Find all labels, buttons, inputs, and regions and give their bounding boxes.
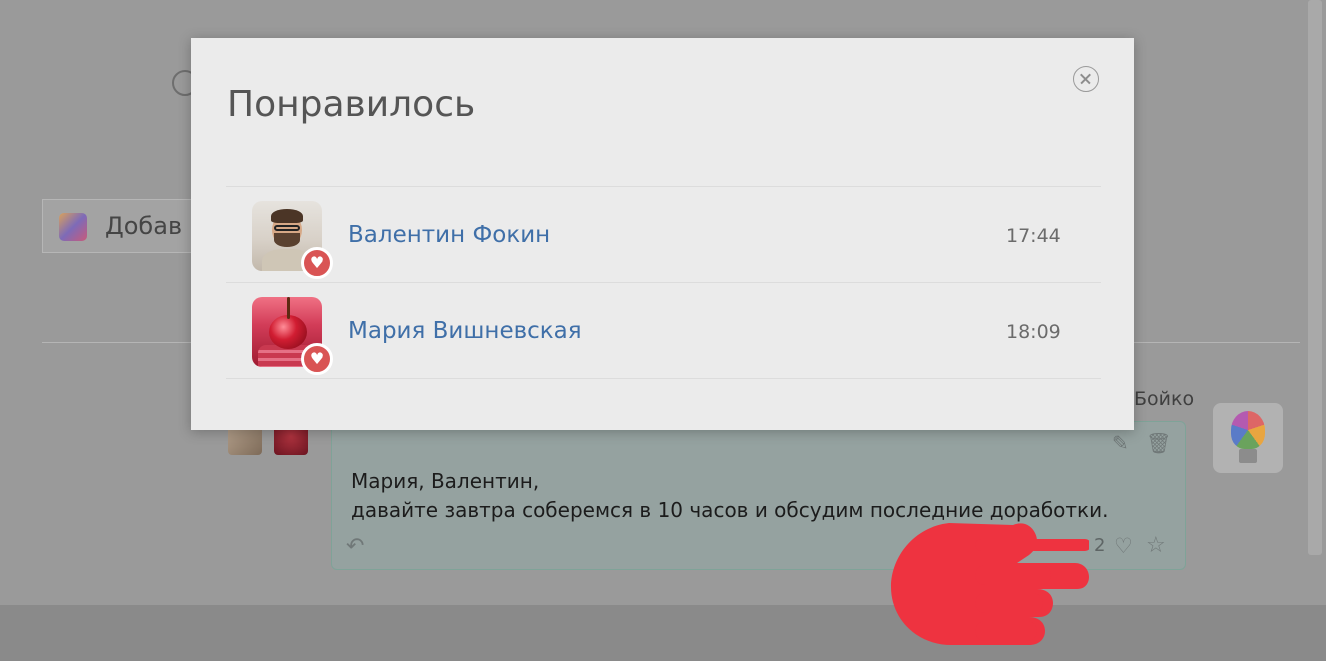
star-outline-icon[interactable]: ☆ — [1146, 533, 1166, 558]
user-name-link[interactable]: Валентин Фокин — [348, 222, 550, 248]
edit-icon[interactable]: ✎ — [1112, 431, 1129, 455]
likes-list: ♥ Валентин Фокин 17:44 ♥ Мария Вишневска… — [226, 186, 1101, 379]
heart-icon: ♥ — [301, 343, 333, 375]
avatar-stem — [287, 297, 290, 319]
close-icon[interactable] — [1073, 66, 1099, 92]
avatar-hair — [271, 209, 303, 223]
avatar-beard — [274, 233, 300, 247]
heart-outline-icon[interactable]: ♡ — [1114, 534, 1133, 558]
reply-icon[interactable]: ↶ — [346, 534, 364, 559]
lightbulb-base — [1239, 449, 1257, 463]
likes-modal: Понравилось ♥ Валентин Фокин 17:44 ♥ Мар… — [191, 38, 1134, 430]
trash-icon[interactable]: 🗑 — [1146, 431, 1171, 455]
avatar-cherry — [269, 315, 307, 349]
page-footer-area — [0, 605, 1326, 661]
like-time: 18:09 — [1006, 321, 1061, 343]
lightbulb-icon — [1231, 411, 1265, 449]
heart-icon: ♥ — [301, 247, 333, 279]
list-item: ♥ Валентин Фокин 17:44 — [226, 187, 1101, 283]
message-line: Мария, Валентин, — [351, 469, 540, 493]
message-author-avatar — [1213, 403, 1283, 473]
add-comment-input[interactable]: Добав — [42, 199, 202, 253]
pointing-hand-icon — [891, 523, 1089, 645]
modal-title: Понравилось — [227, 84, 476, 125]
add-comment-placeholder: Добав — [105, 212, 183, 240]
message-text: Мария, Валентин, давайте завтра соберемс… — [351, 467, 1108, 525]
page-scrollbar[interactable] — [1308, 0, 1322, 555]
likes-count[interactable]: 2 — [1094, 535, 1105, 556]
message-author-name: Бойко — [1134, 388, 1195, 410]
current-user-avatar — [59, 213, 87, 241]
avatar-glasses — [274, 225, 300, 231]
list-item: ♥ Мария Вишневская 18:09 — [226, 283, 1101, 379]
user-name-link[interactable]: Мария Вишневская — [348, 318, 582, 344]
like-time: 17:44 — [1006, 225, 1061, 247]
